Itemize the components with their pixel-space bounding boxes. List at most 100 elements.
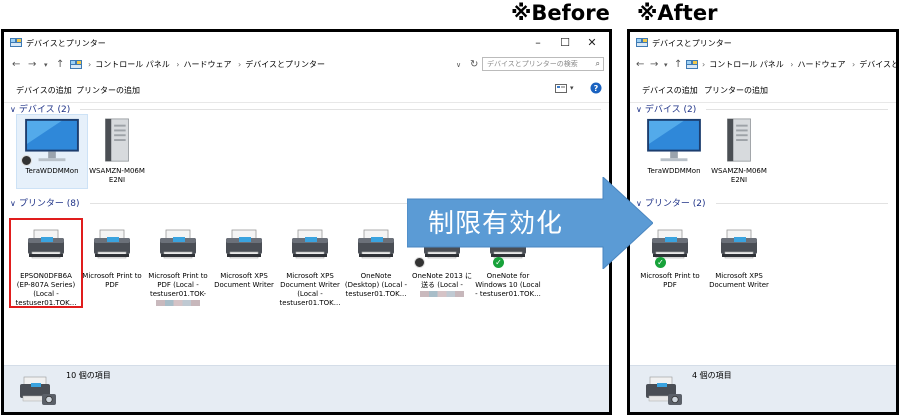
back-icon[interactable]: ← bbox=[12, 59, 20, 71]
arrow-label: 制限有効化 bbox=[428, 209, 564, 239]
close-button[interactable]: ✕ bbox=[581, 35, 603, 51]
printer-label: Microsoft XPS Document Writer (Local - t… bbox=[279, 272, 341, 307]
breadcrumb: ›コントロール パネル ›ハードウェア ›デバイスとプリンター bbox=[88, 60, 326, 69]
device-item[interactable]: WSAMZN-M06M E2NI bbox=[82, 115, 152, 188]
redacted-text bbox=[420, 291, 464, 297]
device-item[interactable]: WSAMZN-M06M E2NI bbox=[704, 115, 774, 188]
printers-group-header[interactable]: ∨ プリンター (2) bbox=[636, 196, 896, 210]
window-title: デバイスとプリンター bbox=[652, 39, 732, 48]
printer-label: OneNote (Desktop) (Local - testuser01.TO… bbox=[344, 272, 408, 298]
back-icon[interactable]: ← bbox=[636, 59, 644, 71]
add-device-button[interactable]: デバイスの追加 bbox=[16, 85, 72, 96]
printer-icon bbox=[719, 228, 759, 262]
printer-label-text: OneNote 2013 に送る (Local - bbox=[411, 272, 473, 289]
add-device-button[interactable]: デバイスの追加 bbox=[642, 85, 698, 96]
title-bar: デバイスとプリンター bbox=[630, 32, 896, 54]
status-bar: 10 個の項目 bbox=[4, 365, 609, 412]
add-printer-button[interactable]: プリンターの追加 bbox=[76, 85, 140, 96]
command-bar: デバイスの追加 プリンターの追加 ▾ ? bbox=[4, 76, 609, 103]
redacted-text bbox=[156, 300, 200, 306]
after-window: デバイスとプリンター ← → ▾ ↑ › コントロール パネル › ハードウェア ›… bbox=[627, 29, 899, 415]
devices-printers-icon bbox=[18, 374, 58, 408]
printer-label: Microsoft Print to PDF bbox=[640, 272, 700, 289]
forward-icon[interactable]: → bbox=[650, 59, 658, 71]
devices-group-header[interactable]: ∨ デバイス (2) bbox=[636, 102, 896, 116]
printer-label: EPSON0DFB6A (EP-807A Series) (Local - te… bbox=[15, 272, 77, 307]
printer-label: OneNote for Windows 10 (Local - testuser… bbox=[475, 272, 541, 298]
address-bar: ← → ▾ ↑ ›コントロール パネル ›ハードウェア ›デバイスとプリンター bbox=[630, 54, 896, 76]
printer-icon bbox=[290, 228, 330, 262]
forward-icon[interactable]: → bbox=[28, 59, 36, 71]
minimize-button[interactable]: – bbox=[527, 35, 549, 51]
device-label: WSAMZN-M06M E2NI bbox=[89, 167, 145, 184]
device-label: TeraWDDMMon bbox=[647, 167, 701, 175]
devices-header-label: デバイス (2) bbox=[18, 105, 71, 115]
devices-group-header[interactable]: ∨ デバイス (2) bbox=[10, 102, 609, 116]
printer-icon bbox=[92, 228, 132, 262]
control-panel-icon bbox=[70, 60, 82, 69]
address-bar: ← → ▾ ↑ › コントロール パネル › ハードウェア › デバイスとプリンター … bbox=[4, 54, 609, 76]
printer-label: Microsoft Print to PDF (Local - testuser… bbox=[143, 270, 213, 308]
breadcrumb-item[interactable]: ハードウェア bbox=[184, 60, 232, 69]
device-item[interactable]: TeraWDDMMon bbox=[16, 114, 88, 189]
printer-icon bbox=[158, 228, 198, 262]
breadcrumb-item[interactable]: ハードウェア bbox=[798, 60, 846, 69]
printer-icon bbox=[224, 228, 264, 262]
up-icon[interactable]: ↑ bbox=[56, 59, 64, 71]
search-icon: ⌕ bbox=[595, 59, 600, 68]
server-icon bbox=[719, 117, 759, 165]
search-input[interactable]: デバイスとプリンターの検索 ⌕ bbox=[482, 57, 604, 71]
view-options-icon[interactable] bbox=[555, 84, 567, 93]
printer-item[interactable]: Microsoft XPS Document Writer (Local - t… bbox=[275, 220, 345, 307]
group-divider bbox=[716, 203, 888, 204]
printer-icon bbox=[650, 228, 690, 262]
printers-header-label: プリンター (8) bbox=[18, 199, 80, 209]
group-divider bbox=[80, 109, 601, 110]
breadcrumb-item[interactable]: デバイスとプリンター bbox=[859, 60, 896, 69]
collapse-chevron-icon: ∨ bbox=[636, 105, 642, 114]
window-title: デバイスとプリンター bbox=[26, 39, 106, 48]
add-printer-button[interactable]: プリンターの追加 bbox=[704, 85, 768, 96]
control-panel-icon bbox=[10, 38, 22, 47]
before-caption: ※Before bbox=[511, 1, 610, 25]
devices-header-label: デバイス (2) bbox=[644, 105, 697, 115]
status-bar: 4 個の項目 bbox=[630, 365, 896, 412]
content-area: ∨ デバイス (2) TeraWDDMMon WSAMZN-M06M E2NI ∨… bbox=[630, 102, 896, 366]
view-dropdown-icon[interactable]: ▾ bbox=[570, 84, 574, 92]
breadcrumb-item[interactable]: デバイスとプリンター bbox=[245, 60, 325, 69]
printer-label: OneNote 2013 に送る (Local - bbox=[407, 270, 477, 299]
dropdown-chevron-icon[interactable]: ∨ bbox=[456, 59, 461, 71]
item-count: 4 個の項目 bbox=[692, 371, 732, 380]
default-printer-check-icon: ✓ bbox=[655, 257, 666, 268]
recent-chevron-icon[interactable]: ▾ bbox=[44, 59, 48, 71]
printer-item[interactable]: Microsoft XPS Document Writer bbox=[209, 220, 279, 300]
collapse-chevron-icon: ∨ bbox=[10, 105, 16, 114]
command-bar: デバイスの追加 プリンターの追加 bbox=[630, 76, 896, 103]
maximize-button[interactable]: ☐ bbox=[554, 35, 576, 51]
help-icon[interactable]: ? bbox=[590, 82, 602, 94]
printer-label-text: Microsoft Print to PDF (Local - testuser… bbox=[148, 272, 208, 298]
device-label: WSAMZN-M06M E2NI bbox=[711, 167, 767, 184]
breadcrumb-item[interactable]: コントロール パネル bbox=[95, 60, 170, 69]
server-icon bbox=[97, 117, 137, 165]
printer-item[interactable]: Microsoft Print to PDF bbox=[77, 220, 147, 300]
printer-icon bbox=[356, 228, 396, 262]
printer-item[interactable]: OneNote (Desktop) (Local - testuser01.TO… bbox=[341, 220, 411, 300]
printer-item[interactable]: EPSON0DFB6A (EP-807A Series) (Local - te… bbox=[9, 218, 83, 308]
printer-label: Microsoft XPS Document Writer bbox=[214, 272, 274, 289]
printer-item[interactable]: Microsoft Print to PDF (Local - testuser… bbox=[143, 220, 213, 306]
search-placeholder: デバイスとプリンターの検索 bbox=[487, 60, 578, 68]
printer-icon bbox=[26, 228, 66, 262]
breadcrumb: ›コントロール パネル ›ハードウェア ›デバイスとプリンター bbox=[698, 59, 896, 71]
title-bar: デバイスとプリンター – ☐ ✕ bbox=[4, 32, 609, 54]
devices-printers-icon bbox=[644, 374, 684, 408]
refresh-icon[interactable]: ↻ bbox=[470, 59, 478, 71]
control-panel-icon bbox=[636, 38, 648, 47]
device-label: TeraWDDMMon bbox=[25, 167, 79, 175]
collapse-chevron-icon: ∨ bbox=[10, 199, 16, 208]
recent-chevron-icon[interactable]: ▾ bbox=[664, 59, 668, 71]
up-icon[interactable]: ↑ bbox=[674, 59, 682, 71]
status-badge bbox=[21, 155, 32, 166]
breadcrumb-item[interactable]: コントロール パネル bbox=[709, 60, 784, 69]
printer-item[interactable]: Microsoft XPS Document Writer bbox=[704, 220, 774, 289]
